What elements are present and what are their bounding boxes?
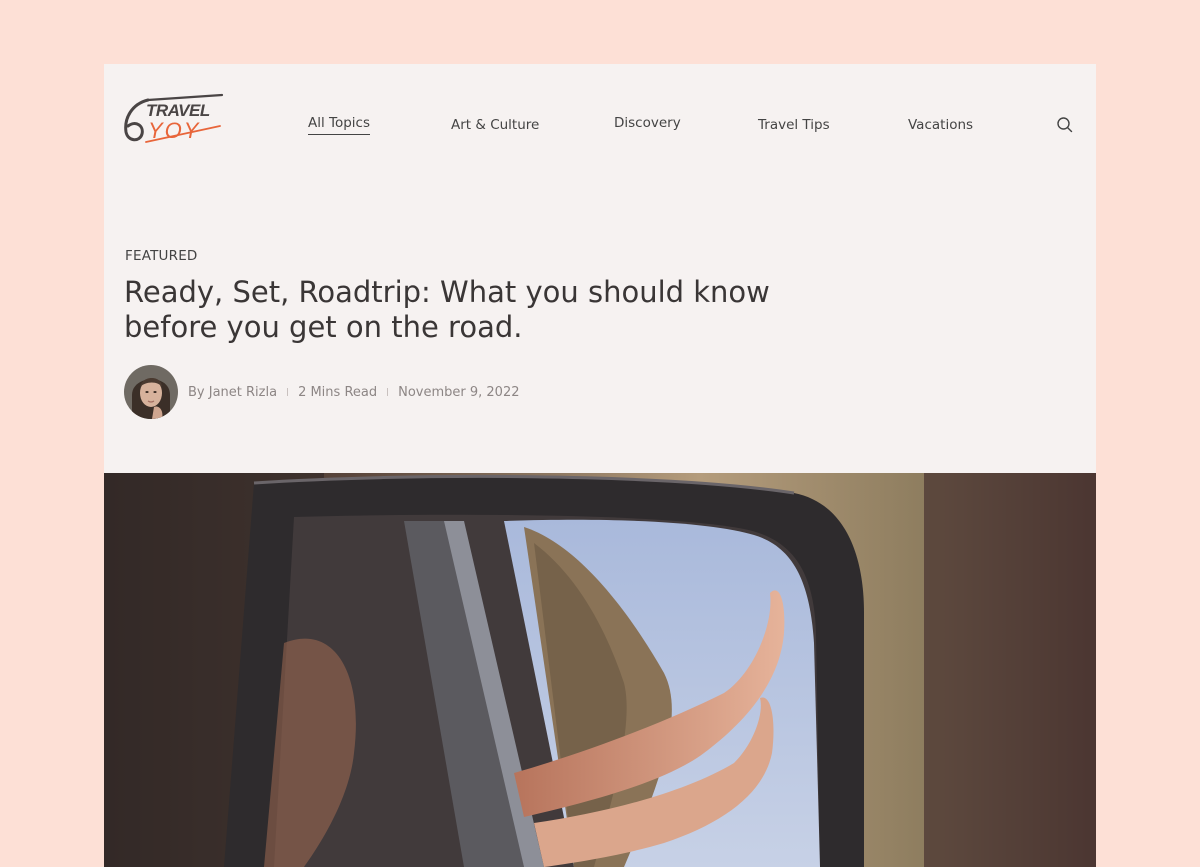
- article-title[interactable]: Ready, Set, Roadtrip: What you should kn…: [124, 275, 824, 345]
- avatar[interactable]: [124, 365, 178, 419]
- featured-label: FEATURED: [125, 248, 198, 264]
- hero-image[interactable]: [104, 473, 1096, 867]
- article-meta: By Janet Rizla 2 Mins Read November 9, 2…: [124, 365, 520, 419]
- brand-logo[interactable]: TRAVEL YOY: [124, 92, 226, 146]
- nav-all-topics[interactable]: All Topics: [308, 115, 371, 135]
- author-name[interactable]: By Janet Rizla: [188, 385, 277, 400]
- nav-travel-tips[interactable]: Travel Tips: [758, 117, 830, 133]
- nav-art-culture[interactable]: Art & Culture: [451, 117, 539, 133]
- meta-divider: [387, 388, 389, 396]
- publish-date: November 9, 2022: [398, 384, 520, 400]
- nav-vacations[interactable]: Vacations: [908, 117, 973, 133]
- logo-mark: TRAVEL YOY: [124, 93, 224, 143]
- search-icon[interactable]: [1056, 116, 1074, 134]
- car-mirror-feet-photo: [104, 473, 1096, 867]
- read-time: 2 Mins Read: [298, 384, 378, 400]
- nav-discovery[interactable]: Discovery: [614, 115, 681, 131]
- article-card: TRAVEL YOY All Topics Art & Culture Disc…: [104, 64, 1096, 867]
- meta-divider: [287, 388, 289, 396]
